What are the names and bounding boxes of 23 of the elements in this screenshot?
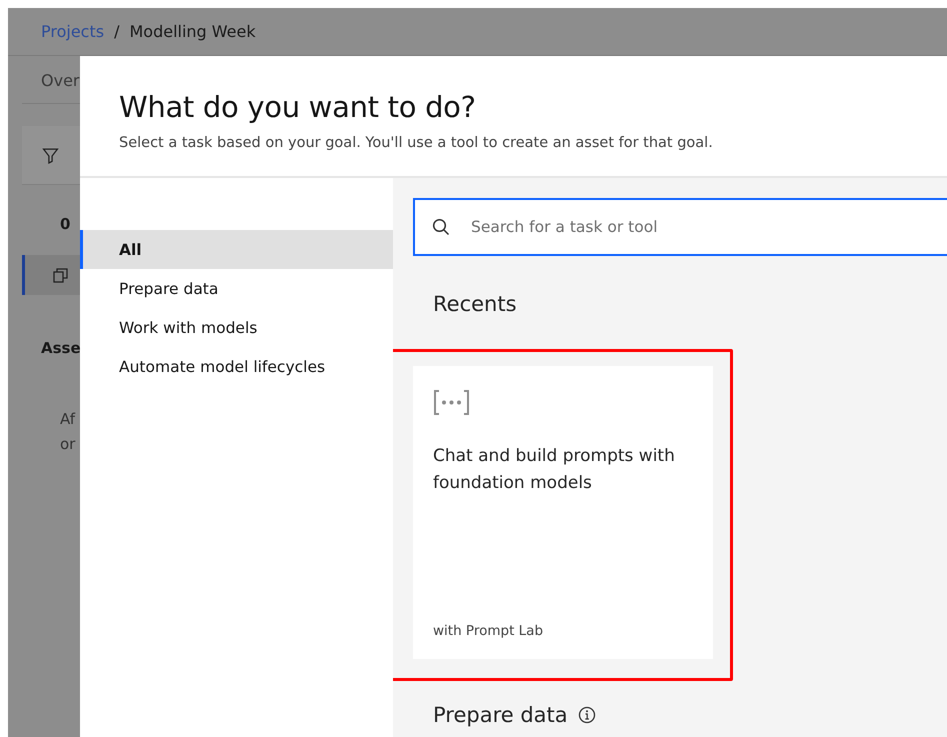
nav-item[interactable]: All (80, 230, 393, 269)
filter-icon[interactable] (42, 146, 59, 164)
copy-icon[interactable] (53, 267, 69, 283)
card-tool-label: with Prompt Lab (433, 623, 544, 639)
nav-item[interactable]: Work with models (80, 308, 393, 347)
asset-count: 0 (60, 215, 70, 233)
breadcrumb-current: Modelling Week (129, 22, 256, 41)
breadcrumb-separator: / (114, 22, 120, 41)
nav-item[interactable]: Automate model lifecycles (80, 347, 393, 386)
section-heading: Asse (41, 339, 81, 357)
section-heading: Prepare data (433, 703, 568, 727)
dialog-subtitle: Select a task based on your goal. You'll use a tool to create an asset for that goal. (119, 135, 713, 151)
task-card[interactable]: Chat and build prompts with foundation models with Prompt Lab (413, 366, 713, 659)
nav-item[interactable]: Prepare data (80, 269, 393, 308)
search-icon (432, 218, 450, 236)
section-heading: Recents (433, 292, 517, 316)
description-text: or (60, 434, 76, 455)
dialog-title: What do you want to do? (119, 90, 477, 124)
card-title: Chat and build prompts with foundation models (433, 445, 676, 495)
brackets-dots-icon (433, 390, 470, 415)
search-field[interactable]: Search for a task or tool (413, 198, 947, 256)
description-text: Af (60, 409, 76, 430)
info-icon[interactable] (578, 706, 596, 724)
